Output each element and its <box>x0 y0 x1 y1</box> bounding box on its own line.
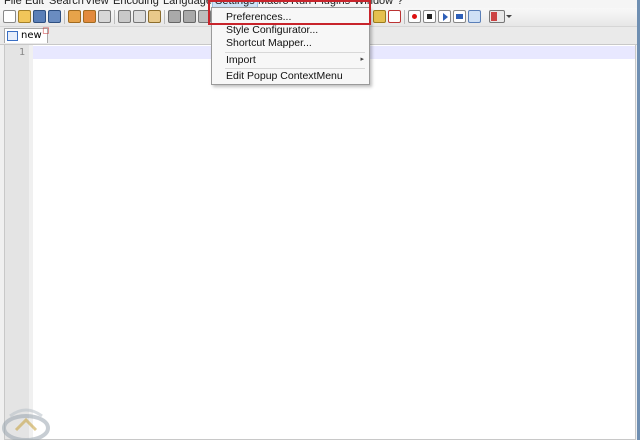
menu-encoding[interactable]: Encoding <box>113 0 159 8</box>
menu-view[interactable]: View <box>85 0 109 8</box>
submenu-arrow-icon: ▸ <box>360 56 364 63</box>
play-multiple-icon[interactable] <box>453 10 466 23</box>
highlight-annotation <box>208 0 371 25</box>
line-number: 1 <box>19 47 26 58</box>
line-number-gutter: 1 <box>5 45 30 439</box>
menu-edit[interactable]: Edit <box>25 0 44 8</box>
watermark-logo-icon <box>2 408 50 440</box>
close-icon[interactable] <box>68 10 81 23</box>
record-macro-icon[interactable] <box>408 10 421 23</box>
editor-area[interactable]: 1 <box>4 44 636 440</box>
save-icon[interactable] <box>33 10 46 23</box>
redo-icon[interactable] <box>183 10 196 23</box>
fold-margin <box>29 45 33 439</box>
play-macro-icon[interactable] <box>438 10 451 23</box>
menu-item-shortcut-mapper[interactable]: Shortcut Mapper... <box>213 36 368 50</box>
save-all-icon[interactable] <box>48 10 61 23</box>
word-wrap-icon[interactable] <box>373 10 386 23</box>
stop-macro-icon[interactable] <box>423 10 436 23</box>
undo-icon[interactable] <box>168 10 181 23</box>
menu-search[interactable]: Search <box>49 0 84 8</box>
chevron-down-icon[interactable] <box>506 10 512 23</box>
menu-help[interactable]: ? <box>397 0 403 8</box>
paste-icon[interactable] <box>148 10 161 23</box>
menu-file[interactable]: File <box>4 0 22 8</box>
tab-label: new <box>21 30 42 41</box>
close-all-icon[interactable] <box>83 10 96 23</box>
copy-icon[interactable] <box>133 10 146 23</box>
panel-icon[interactable] <box>489 10 505 23</box>
menu-item-style-configurator[interactable]: Style Configurator... <box>213 23 368 37</box>
menu-item-edit-popup-contextmenu[interactable]: Edit Popup ContextMenu <box>213 69 368 83</box>
tab-new[interactable]: new ◻ <box>4 25 49 43</box>
print-icon[interactable] <box>98 10 111 23</box>
cut-icon[interactable] <box>118 10 131 23</box>
save-macro-icon[interactable] <box>468 10 481 23</box>
document-icon <box>7 31 18 41</box>
close-icon[interactable]: ◻ <box>42 25 49 36</box>
menu-language[interactable]: Language <box>163 0 212 8</box>
new-file-icon[interactable] <box>3 10 16 23</box>
open-file-icon[interactable] <box>18 10 31 23</box>
menu-item-import[interactable]: Import ▸ <box>213 53 368 67</box>
function-list-icon[interactable] <box>388 10 401 23</box>
